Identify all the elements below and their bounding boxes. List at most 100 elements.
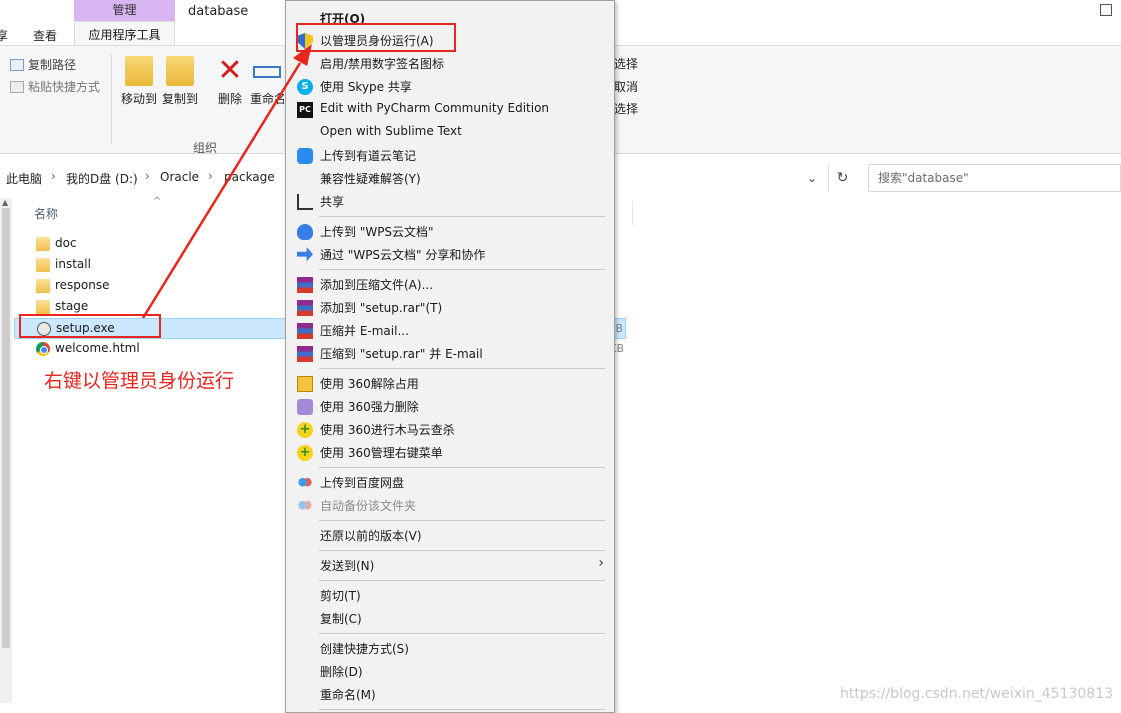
wps-share-icon (297, 247, 313, 262)
vertical-scrollbar[interactable]: ▲ (0, 198, 12, 703)
breadcrumb-package[interactable]: package (224, 170, 275, 184)
menu-item-label: 通过 "WPS云文档" 分享和协作 (320, 248, 486, 262)
copy-to-label: 复制到 (161, 92, 198, 106)
maximize-icon[interactable] (1100, 4, 1112, 16)
rename-label: 重命名 (250, 92, 284, 106)
menu-item[interactable]: 发送到(N) › (286, 554, 614, 577)
menu-item[interactable]: 通过 "WPS云文档" 分享和协作 (286, 243, 614, 266)
invert-selection-button[interactable]: 选择 (614, 99, 638, 119)
delete-button[interactable]: ✕ 删除 (208, 56, 252, 107)
baidu-netdisk-icon (297, 498, 313, 514)
folder-icon (36, 258, 50, 272)
menu-item-label: 复制(C) (320, 612, 362, 626)
menu-item-label: 添加到 "setup.rar"(T) (320, 301, 443, 315)
paste-shortcut-label: 粘贴快捷方式 (28, 80, 101, 94)
360-scan-icon: + (297, 422, 313, 438)
address-history-dropdown-icon[interactable]: ⌄ (800, 164, 824, 192)
chevron-right-icon: › (51, 169, 56, 183)
360-menu-icon: + (297, 445, 313, 461)
file-name: response (55, 278, 110, 292)
skype-icon: S (297, 79, 313, 95)
watermark: https://blog.csdn.net/weixin_45130813 (840, 686, 1114, 702)
winrar-icon (297, 277, 313, 293)
menu-separator (319, 580, 605, 581)
column-divider[interactable] (632, 201, 633, 225)
pycharm-icon: PC (297, 102, 313, 118)
search-input[interactable]: 搜索"database" (868, 164, 1121, 192)
menu-item[interactable]: Open with Sublime Text (286, 121, 614, 144)
menu-item-label: 使用 Skype 共享 (320, 80, 412, 94)
menu-item[interactable]: 添加到 "setup.rar"(T) (286, 296, 614, 319)
menu-separator (319, 550, 605, 551)
copy-path-button[interactable]: 复制路径 (10, 56, 76, 74)
menu-item-label: 使用 360管理右键菜单 (320, 446, 443, 460)
menu-item-label: 使用 360解除占用 (320, 377, 419, 391)
menu-item[interactable]: 压缩并 E-mail... (286, 319, 614, 342)
menu-item[interactable]: + 使用 360进行木马云查杀 (286, 418, 614, 441)
column-header-name[interactable]: 名称 (34, 205, 58, 222)
paste-shortcut-button[interactable]: 粘贴快捷方式 (10, 78, 100, 96)
winrar-icon (297, 300, 313, 316)
menu-item-label: 兼容性疑难解答(Y) (320, 172, 421, 186)
context-menu: 打开(O) 以管理员身份运行(A) 启用/禁用数字签名图标 S 使用 Skype 共享 P… (285, 0, 615, 713)
menu-item-label: 使用 360进行木马云查杀 (320, 423, 455, 437)
refresh-icon[interactable]: ↻ (828, 164, 856, 192)
file-name: stage (55, 299, 89, 313)
rename-icon (253, 66, 281, 78)
menu-item[interactable]: 创建快捷方式(S) (286, 637, 614, 660)
window-title: database (188, 4, 249, 19)
menu-item[interactable]: S 使用 Skype 共享 (286, 75, 614, 98)
menu-item[interactable]: 上传到有道云笔记 (286, 144, 614, 167)
rename-button[interactable]: 重命名 (250, 56, 284, 107)
chrome-icon (36, 342, 50, 356)
menu-item[interactable]: 共享 (286, 190, 614, 213)
menu-item[interactable]: 还原以前的版本(V) (286, 524, 614, 547)
menu-item[interactable]: PC Edit with PyCharm Community Edition (286, 98, 614, 121)
menu-separator (319, 520, 605, 521)
breadcrumb-this-pc[interactable]: 此电脑 (6, 170, 42, 187)
menu-item-label: 创建快捷方式(S) (320, 642, 409, 656)
winrar-icon (297, 323, 313, 339)
menu-separator (319, 467, 605, 468)
select-none-button[interactable]: 取消 (614, 77, 638, 97)
scrollbar-thumb[interactable] (2, 208, 10, 648)
move-to-button[interactable]: 移动到 (117, 56, 161, 107)
menu-item[interactable]: 压缩到 "setup.rar" 并 E-mail (286, 342, 614, 365)
select-all-button[interactable]: 选择 (614, 54, 638, 74)
menu-item[interactable]: 使用 360解除占用 (286, 372, 614, 395)
menu-separator (319, 368, 605, 369)
folder-icon (36, 279, 50, 293)
menu-item[interactable]: + 使用 360管理右键菜单 (286, 441, 614, 464)
menu-item[interactable]: 复制(C) (286, 607, 614, 630)
menu-item-label: Edit with PyCharm Community Edition (320, 101, 550, 115)
youdao-icon (297, 148, 313, 164)
menu-item-label: 还原以前的版本(V) (320, 529, 422, 543)
menu-item[interactable]: 启用/禁用数字签名图标 (286, 52, 614, 75)
menu-item[interactable]: 上传到 "WPS云文档" (286, 220, 614, 243)
sort-ascending-icon: ^ (153, 196, 162, 207)
copy-to-button[interactable]: 复制到 (158, 56, 202, 107)
explorer-window: 享 查看 管理 应用程序工具 database 复制路径 粘贴快捷方式 移动到 … (0, 0, 1121, 713)
menu-item[interactable]: 使用 360强力删除 (286, 395, 614, 418)
breadcrumb-oracle[interactable]: Oracle (160, 170, 199, 184)
tab-application-tools[interactable]: 应用程序工具 (74, 21, 175, 46)
winrar-icon (297, 346, 313, 362)
menu-item-label: 压缩并 E-mail... (320, 324, 409, 338)
menu-item-label: 添加到压缩文件(A)... (320, 278, 434, 292)
file-name: welcome.html (55, 341, 140, 355)
tab-view[interactable]: 查看 (33, 27, 57, 44)
menu-item[interactable]: 兼容性疑难解答(Y) (286, 167, 614, 190)
scroll-up-icon[interactable]: ▲ (2, 198, 8, 207)
delete-label: 删除 (217, 92, 242, 106)
menu-item[interactable]: 删除(D) (286, 660, 614, 683)
tab-share[interactable]: 享 (0, 27, 8, 44)
menu-item[interactable]: 上传到百度网盘 (286, 471, 614, 494)
breadcrumb-d-drive[interactable]: 我的D盘 (D:) (66, 170, 138, 187)
delete-x-icon: ✕ (217, 53, 243, 88)
annotation-note: 右键以管理员身份运行 (44, 370, 235, 392)
menu-item[interactable]: 重命名(M) (286, 683, 614, 706)
360-delete-icon (297, 399, 313, 415)
menu-item[interactable]: 剪切(T) (286, 584, 614, 607)
menu-item[interactable]: 添加到压缩文件(A)... (286, 273, 614, 296)
menu-item-label: 压缩到 "setup.rar" 并 E-mail (320, 347, 483, 361)
